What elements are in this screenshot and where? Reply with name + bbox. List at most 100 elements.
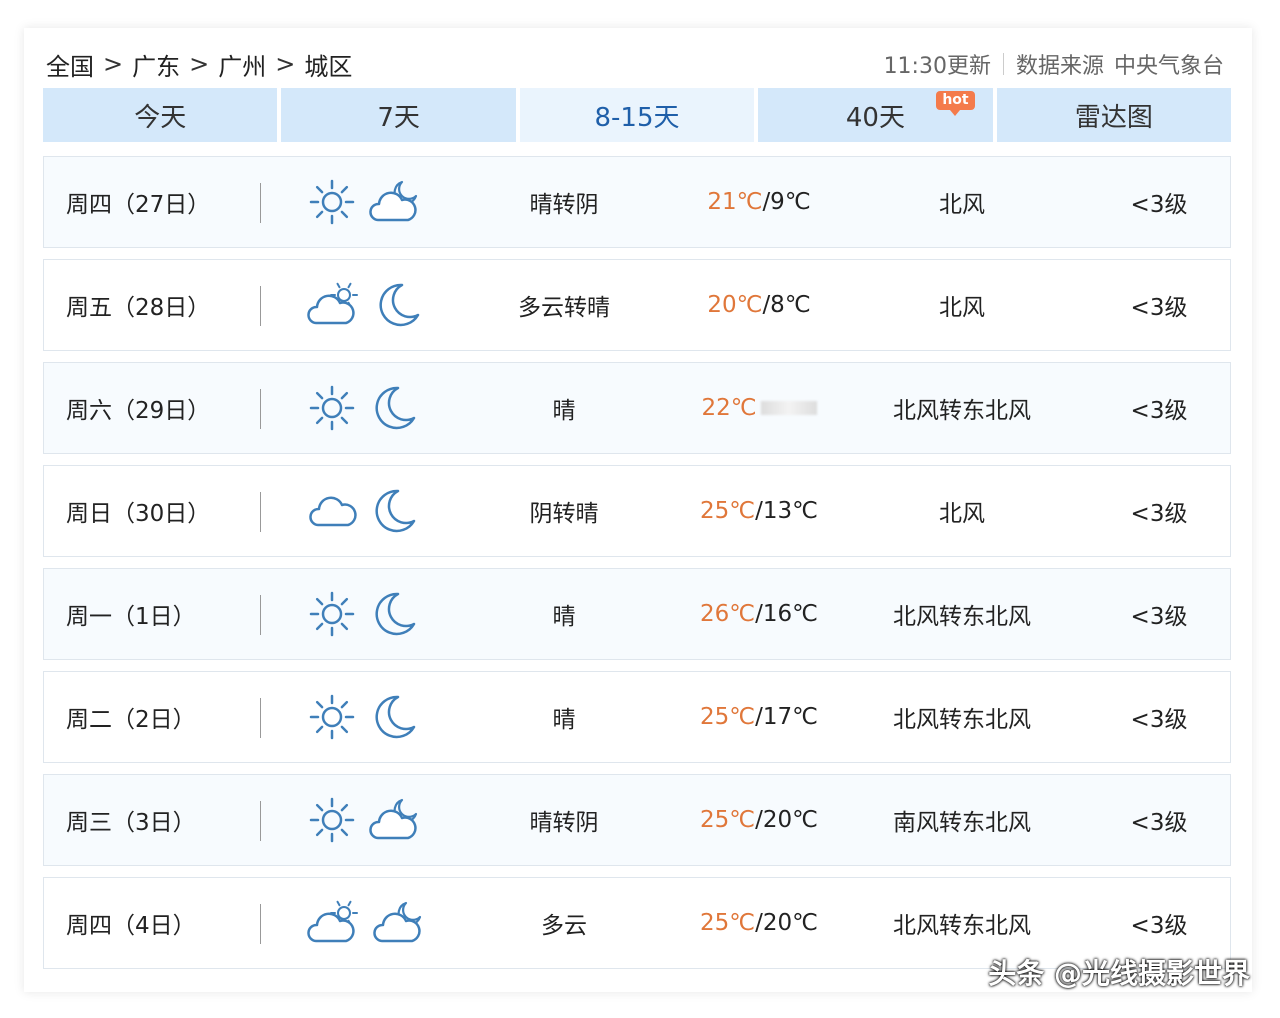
weather-icons [306,363,420,453]
temperature: 21℃/9℃ [664,157,854,247]
wind-level: <3级 [1130,192,1188,218]
meta-divider [1002,53,1004,75]
tab-label: 今天 [134,102,187,133]
source-name: 中央气象台 [1113,54,1224,79]
breadcrumb-guangzhou[interactable]: 广州 [218,47,266,82]
breadcrumb-separator: > [103,50,124,78]
high-temp: 20℃ [707,292,763,318]
temperature: 25℃/20℃ [664,775,854,865]
weather-desc: 晴 [552,604,576,630]
temperature: 20℃/8℃ [664,260,854,350]
low-temp: /8℃ [762,292,811,318]
low-temp: /16℃ [755,601,818,627]
wind-direction: 北风转东北风 [893,604,1031,630]
sun-icon [306,794,358,846]
sun-icon [306,176,358,228]
row-divider [260,389,261,429]
low-temp: /9℃ [762,189,811,215]
moon-icon [368,382,420,434]
wind-level: <3级 [1130,810,1188,836]
hot-badge: hot [936,91,975,116]
sun-icon [306,382,358,434]
forecast-row: 周二（2日） 晴 25℃/17℃ 北风转东北风 <3级 [43,671,1231,763]
row-divider [260,698,261,738]
wind-direction: 北风转东北风 [893,398,1031,424]
day-label: 周日（30日） [66,501,211,527]
forecast-row: 周四（27日） 晴转阴 21℃/9℃ 北风 <3级 [43,156,1231,248]
weather-desc: 晴转阴 [529,810,599,836]
low-temp-obscured [760,401,817,415]
forecast-row: 周三（3日） 晴转阴 25℃/20℃ 南风转东北风 <3级 [43,774,1231,866]
wind-direction: 北风 [939,295,985,321]
moon-icon [368,588,420,640]
watermark: 头条 @光线摄影世界 [988,957,1250,990]
row-divider [260,904,261,944]
update-time: 11:30更新 [883,54,991,79]
wind-level: <3级 [1130,295,1188,321]
breadcrumb-district: 城区 [304,52,353,81]
cloud-moon-icon [368,794,424,846]
day-label: 周二（2日） [66,707,196,733]
high-temp: 25℃ [700,704,756,730]
weather-desc: 多云转晴 [518,295,610,321]
wind-direction: 北风转东北风 [893,707,1031,733]
forecast-row: 周一（1日） 晴 26℃/16℃ 北风转东北风 <3级 [43,568,1231,660]
tab-label: 40天 [845,102,905,133]
breadcrumb-separator: > [189,50,210,78]
day-label: 周四（27日） [66,192,211,218]
weather-desc: 晴转阴 [529,192,599,218]
tab-radar[interactable]: 雷达图 [996,88,1232,142]
day-label: 周一（1日） [66,604,196,630]
cloud-icon [306,485,358,537]
temperature: 25℃/13℃ [664,466,854,556]
cloud-sun-icon [306,897,362,949]
weather-icons [306,878,428,968]
low-temp: /17℃ [755,704,818,730]
tab-8-15days[interactable]: 8-15天 [519,88,755,142]
source-label: 数据来源 [1015,54,1104,79]
wind-level: <3级 [1130,501,1188,527]
wind-level: <3级 [1130,604,1188,630]
low-temp: /20℃ [755,807,818,833]
sun-icon [306,588,358,640]
weather-icons [306,466,420,556]
tab-label: 7天 [377,102,420,133]
tab-40days[interactable]: 40天 hot [758,88,993,142]
row-divider [260,492,261,532]
temperature: 22℃ [664,363,854,453]
forecast-list: 周四（27日） 晴转阴 21℃/9℃ 北风 <3级 周五（28日） 多云转晴 2… [43,156,1231,980]
weather-icons [306,157,424,247]
cloud-sun-icon [306,279,362,331]
weather-icons [306,569,420,659]
weather-desc: 阴转晴 [529,501,599,527]
tab-today[interactable]: 今天 [43,88,278,142]
low-temp: /13℃ [755,498,818,524]
update-meta: 11:30更新 数据来源 中央气象台 [884,46,1224,82]
high-temp: 26℃ [700,601,756,627]
forecast-tabs: 今天 7天 8-15天 40天 hot 雷达图 [43,88,1232,142]
high-temp: 22℃ [701,395,757,421]
wind-level: <3级 [1130,707,1188,733]
forecast-row: 周六（29日） 晴 22℃ 北风转东北风 <3级 [43,362,1231,454]
low-temp: /20℃ [755,910,818,936]
temperature: 25℃/20℃ [664,878,854,968]
tab-label: 8-15天 [594,102,680,133]
wind-direction: 北风 [939,192,985,218]
weather-icons [306,775,424,865]
tab-7days[interactable]: 7天 [281,88,516,142]
tab-label: 雷达图 [1074,102,1153,133]
forecast-row: 周五（28日） 多云转晴 20℃/8℃ 北风 <3级 [43,259,1231,351]
breadcrumb-separator: > [275,50,296,78]
row-divider [260,183,261,223]
high-temp: 25℃ [700,910,756,936]
forecast-row: 周日（30日） 阴转晴 25℃/13℃ 北风 <3级 [43,465,1231,557]
temperature: 26℃/16℃ [664,569,854,659]
day-label: 周三（3日） [66,810,196,836]
high-temp: 21℃ [707,189,763,215]
breadcrumb-guangdong[interactable]: 广东 [132,47,180,82]
high-temp: 25℃ [700,807,756,833]
row-divider [260,595,261,635]
weather-icons [306,260,424,350]
moon-icon [368,485,420,537]
breadcrumb-national[interactable]: 全国 [46,47,94,82]
